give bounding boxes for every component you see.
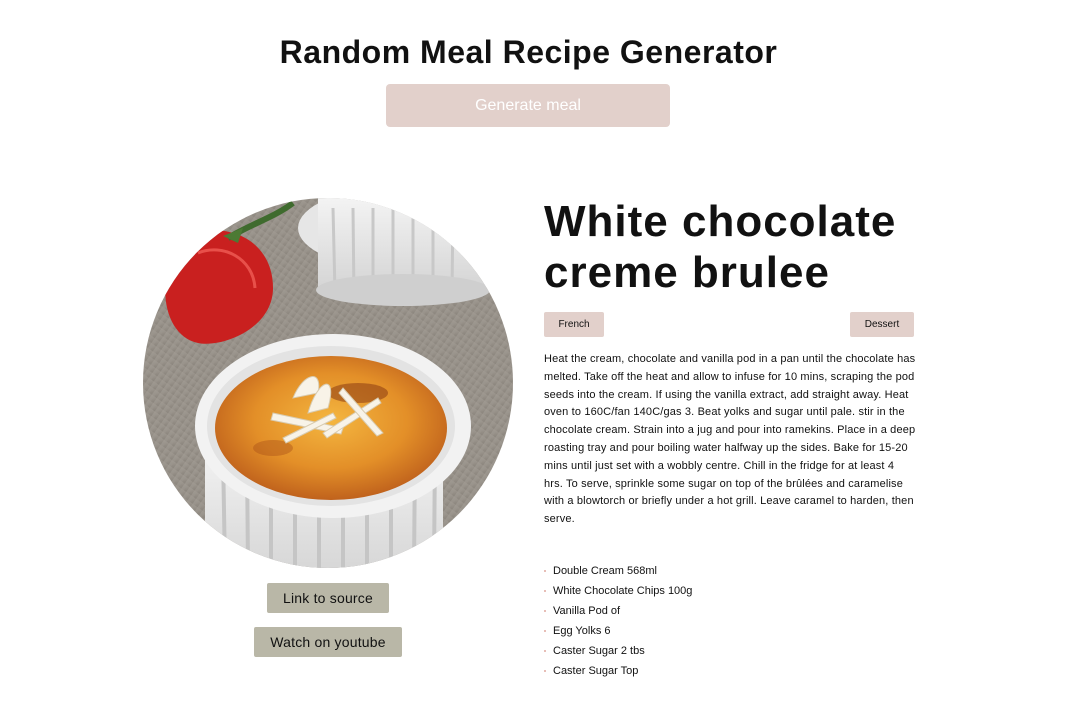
ingredient-text: Egg Yolks 6 <box>553 625 611 637</box>
bullet-icon <box>544 610 546 612</box>
category-tag: Dessert <box>850 312 914 337</box>
ingredient-item: Vanilla Pod of <box>544 601 692 621</box>
bullet-icon <box>544 670 546 672</box>
ingredient-text: Double Cream 568ml <box>553 565 657 577</box>
area-tag: French <box>544 312 604 337</box>
bullet-icon <box>544 570 546 572</box>
ingredient-item: Caster Sugar Top <box>544 661 692 681</box>
meal-image <box>143 198 513 568</box>
creme-brulee-photo-icon <box>143 198 513 568</box>
ingredient-text: Caster Sugar 2 tbs <box>553 645 645 657</box>
page-title: Random Meal Recipe Generator <box>279 34 778 70</box>
page: Random Meal Recipe Generator Generate me… <box>0 0 1065 707</box>
bullet-icon <box>544 650 546 652</box>
ingredient-text: White Chocolate Chips 100g <box>553 585 693 597</box>
generate-meal-button[interactable]: Generate meal <box>386 84 670 127</box>
youtube-link-button[interactable]: Watch on youtube <box>254 627 402 657</box>
ingredient-item: Caster Sugar 2 tbs <box>544 641 692 661</box>
meal-name: White chocolate creme brulee <box>544 197 897 297</box>
ingredient-text: Vanilla Pod of <box>553 605 621 617</box>
ingredient-item: White Chocolate Chips 100g <box>544 581 692 601</box>
ingredient-text: Caster Sugar Top <box>553 665 639 677</box>
bullet-icon <box>544 590 546 592</box>
meal-instructions: Heat the cream, chocolate and vanilla po… <box>544 353 916 526</box>
ingredient-item: Egg Yolks 6 <box>544 621 692 641</box>
bullet-icon <box>544 630 546 632</box>
source-link-button[interactable]: Link to source <box>267 583 389 613</box>
ingredients-list: Double Cream 568ml White Chocolate Chips… <box>544 561 692 681</box>
ingredient-item: Double Cream 568ml <box>544 561 692 581</box>
